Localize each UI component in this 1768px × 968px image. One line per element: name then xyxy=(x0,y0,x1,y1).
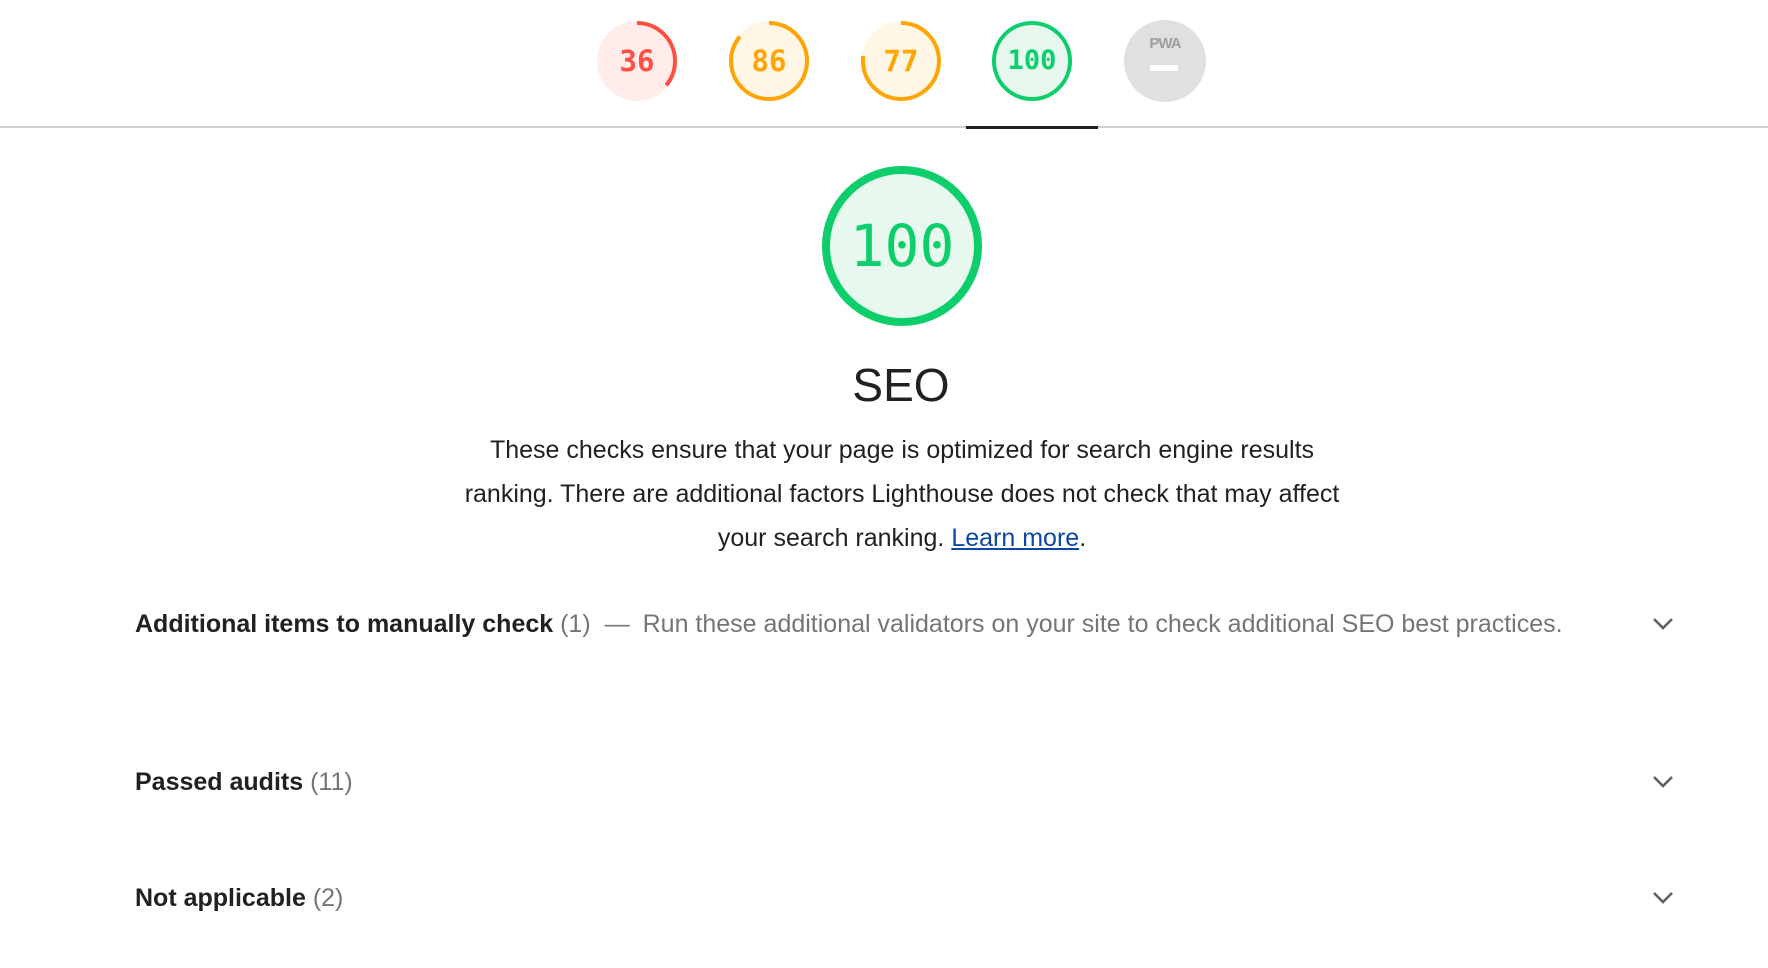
pwa-badge-circle xyxy=(1124,20,1206,102)
group-title: Additional items to manually check xyxy=(135,610,554,638)
group-description: Run these additional validators on your … xyxy=(642,610,1563,638)
group-text: Not applicable (2) xyxy=(135,876,1575,920)
not-applicable-group-header[interactable]: Not applicable (2) xyxy=(135,876,1675,920)
chevron-down-icon[interactable] xyxy=(1651,774,1675,790)
chevron-down-icon[interactable] xyxy=(1651,890,1675,906)
category-score: 100 xyxy=(849,212,955,280)
chevron-down-icon[interactable] xyxy=(1651,616,1675,632)
group-separator: — xyxy=(604,610,630,638)
accessibility-score: 86 xyxy=(751,44,787,78)
category-description-text: These checks ensure that your page is op… xyxy=(464,436,1340,552)
group-text: Passed audits (11) xyxy=(135,760,1575,804)
pwa-badge-tab[interactable]: PWA xyxy=(1124,20,1206,102)
group-title: Passed audits xyxy=(135,768,304,796)
group-count: (11) xyxy=(310,768,353,796)
learn-more-link[interactable]: Learn more xyxy=(951,524,1079,552)
best-practices-score: 77 xyxy=(883,44,919,78)
category-title: SEO xyxy=(852,359,950,411)
group-title: Not applicable xyxy=(135,884,306,912)
seo-gauge-tab[interactable]: 100 xyxy=(991,20,1073,102)
seo-category-gauge: 100 xyxy=(821,165,983,327)
manual-check-group-header[interactable]: Additional items to manually check (1) — … xyxy=(135,602,1675,646)
pwa-dash-icon xyxy=(1150,65,1178,71)
performance-score: 36 xyxy=(619,44,655,78)
group-text: Additional items to manually check (1) — … xyxy=(135,602,1575,646)
performance-gauge-tab[interactable]: 36 xyxy=(596,20,678,102)
active-tab-indicator xyxy=(966,126,1098,129)
best-practices-gauge-tab[interactable]: 77 xyxy=(860,20,942,102)
seo-score: 100 xyxy=(1007,45,1057,76)
passed-audits-group-header[interactable]: Passed audits (11) xyxy=(135,760,1675,804)
description-period: . xyxy=(1079,524,1087,552)
accessibility-gauge-tab[interactable]: 86 xyxy=(728,20,810,102)
group-count: (2) xyxy=(312,884,344,912)
category-nav: 36 86 77 100 PWA xyxy=(0,0,1768,129)
group-count: (1) xyxy=(560,610,591,638)
category-description: These checks ensure that your page is op… xyxy=(452,428,1352,560)
pwa-label: PWA xyxy=(1149,35,1181,52)
